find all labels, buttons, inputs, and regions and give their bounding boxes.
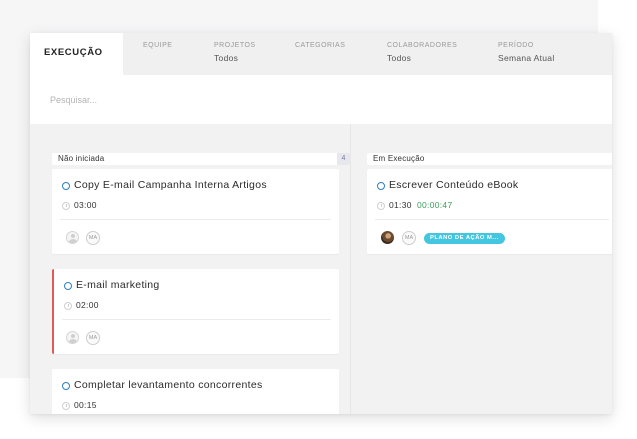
user-photo-avatar[interactable] — [381, 231, 394, 244]
tab-colaboradores[interactable]: COLABORADORES Todos — [387, 33, 487, 75]
tab-periodo-value: Semana Atual — [498, 53, 555, 63]
tab-execucao-label: EXECUÇÃO — [44, 47, 103, 58]
status-circle-icon[interactable] — [377, 182, 385, 190]
tab-colaboradores-label: COLABORADORES — [387, 42, 458, 49]
unassigned-user-icon[interactable] — [66, 331, 79, 344]
task-card[interactable]: Completar levantamento concorrentes 00:1… — [52, 369, 339, 414]
tab-categorias-label: CATEGORIAS — [295, 42, 346, 49]
column-divider — [350, 124, 351, 414]
task-time: 02:00 — [76, 300, 99, 310]
tab-colaboradores-value: Todos — [387, 53, 412, 63]
status-circle-icon[interactable] — [64, 282, 72, 290]
task-card[interactable]: Copy E-mail Campanha Interna Artigos 03:… — [52, 169, 339, 254]
task-time: 01:30 — [389, 200, 412, 210]
tab-projetos-label: PROJETOS — [214, 42, 256, 49]
tab-periodo[interactable]: PERÍODO Semana Atual — [498, 33, 598, 75]
tab-projetos-value: Todos — [214, 53, 239, 63]
clock-icon — [64, 302, 72, 310]
avatar[interactable]: MA — [402, 231, 416, 245]
clock-icon — [377, 202, 385, 210]
app-window: EXECUÇÃO EQUIPE PROJETOS Todos CATEGORIA… — [30, 33, 612, 414]
unassigned-user-icon[interactable] — [66, 231, 79, 244]
task-card[interactable]: E-mail marketing 02:00 MA — [52, 269, 339, 354]
column-count-badge: 4 — [337, 153, 350, 165]
card-divider — [60, 219, 331, 220]
tab-periodo-label: PERÍODO — [498, 42, 534, 49]
search-bar — [30, 75, 612, 124]
column-header-em-execucao[interactable]: Em Execução — [367, 153, 612, 165]
task-time: 03:00 — [74, 200, 97, 210]
project-tag[interactable]: PLANO DE AÇÃO M... — [424, 233, 505, 244]
avatar[interactable]: MA — [86, 331, 100, 345]
tab-equipe-label: EQUIPE — [143, 42, 173, 49]
column-title: Em Execução — [373, 154, 425, 163]
task-card[interactable]: Escrever Conteúdo eBook 01:30 00:00:47 M… — [367, 169, 612, 254]
filter-tabs: EXECUÇÃO EQUIPE PROJETOS Todos CATEGORIA… — [30, 33, 612, 75]
kanban-board: Não iniciada 4 Copy E-mail Campanha Inte… — [30, 124, 612, 414]
search-input[interactable] — [50, 91, 450, 109]
card-divider — [375, 219, 609, 220]
clock-icon — [62, 202, 70, 210]
card-divider — [62, 319, 331, 320]
tab-execucao[interactable]: EXECUÇÃO — [30, 33, 123, 75]
task-title: Copy E-mail Campanha Interna Artigos — [74, 179, 267, 191]
tab-equipe[interactable]: EQUIPE — [143, 33, 203, 75]
elapsed-timer: 00:00:47 — [417, 200, 453, 210]
clock-icon — [62, 402, 70, 410]
task-title: Escrever Conteúdo eBook — [389, 179, 519, 191]
column-header-nao-iniciada[interactable]: Não iniciada 4 — [52, 153, 350, 165]
avatar[interactable]: MA — [86, 231, 100, 245]
task-title: Completar levantamento concorrentes — [74, 379, 263, 391]
task-time: 00:15 — [74, 400, 97, 410]
task-title: E-mail marketing — [76, 279, 160, 291]
status-circle-icon[interactable] — [62, 182, 70, 190]
status-circle-icon[interactable] — [62, 382, 70, 390]
tab-categorias[interactable]: CATEGORIAS — [295, 33, 375, 75]
tab-projetos[interactable]: PROJETOS Todos — [214, 33, 284, 75]
column-title: Não iniciada — [58, 154, 105, 163]
